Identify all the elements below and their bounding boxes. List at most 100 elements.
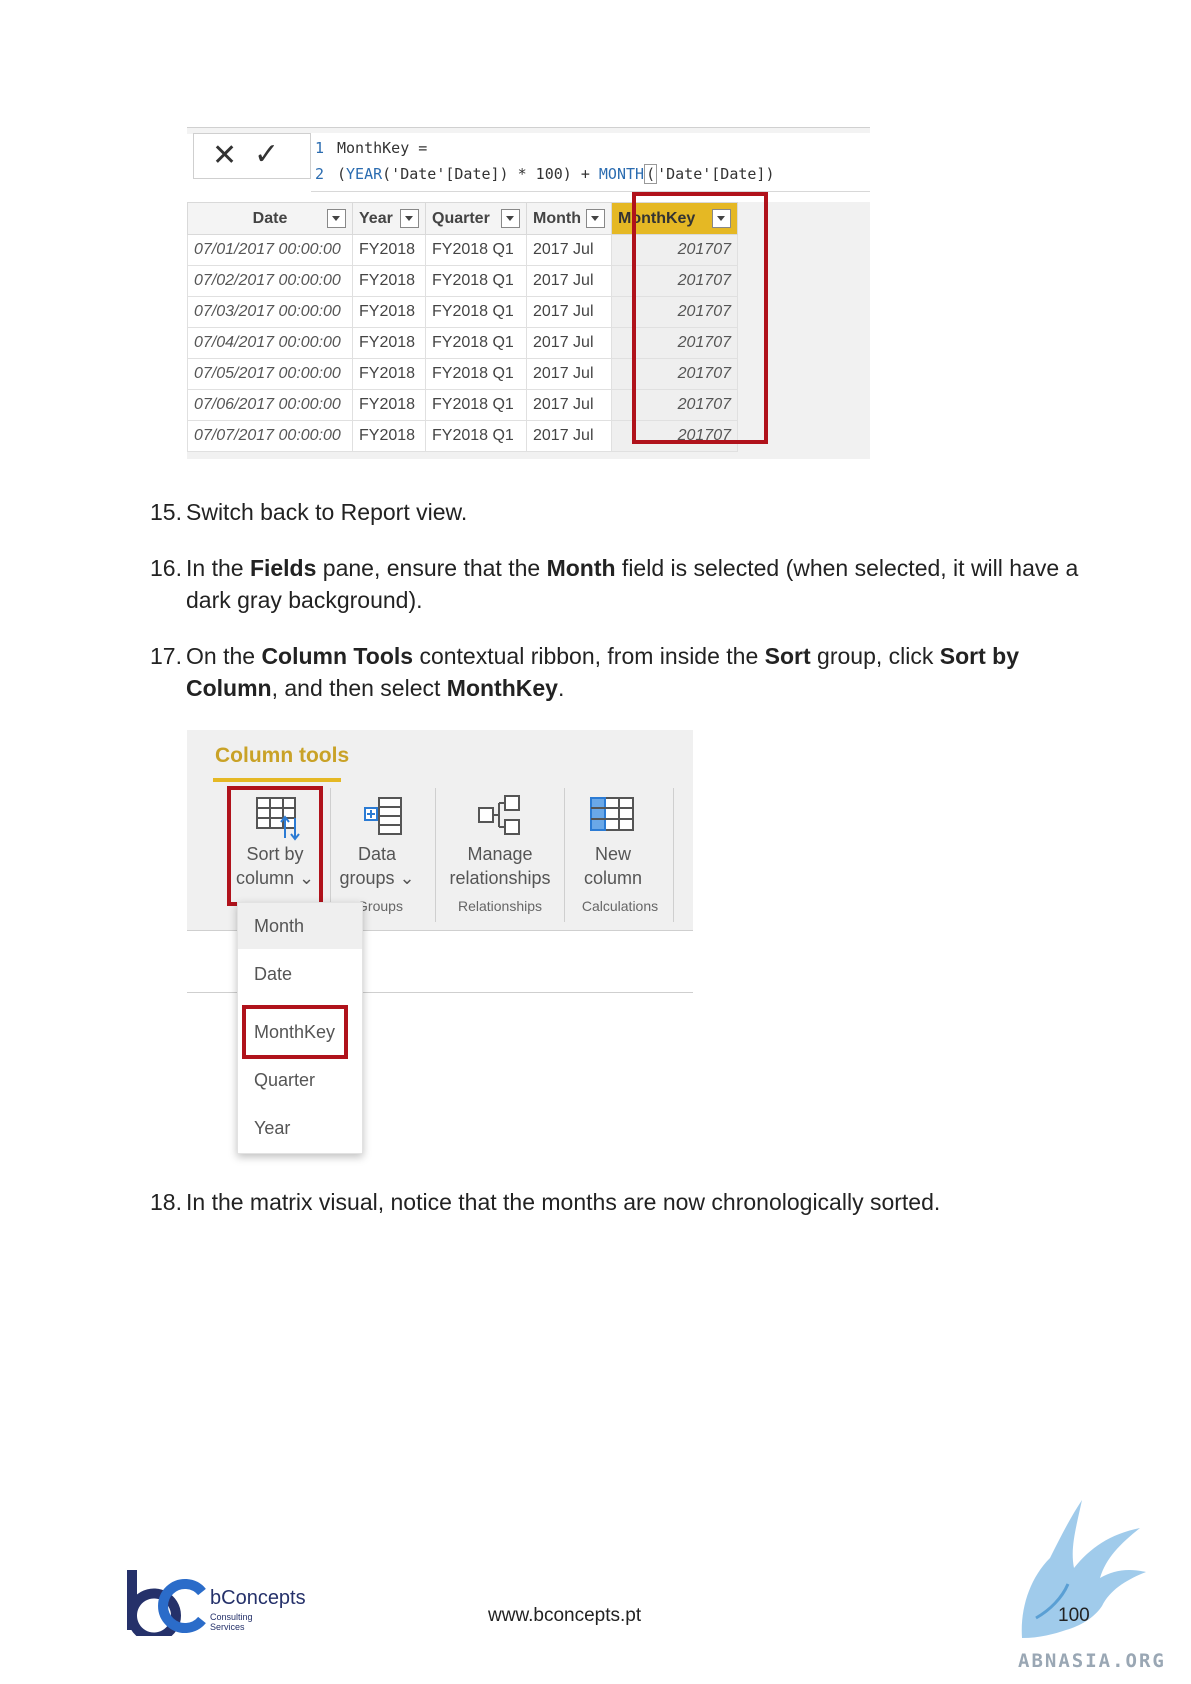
column-header-month[interactable]: Month xyxy=(526,202,612,235)
ribbon-separator xyxy=(435,788,436,922)
button-label: relationships xyxy=(449,868,551,888)
manage-relationships-button[interactable]: Manage relationships xyxy=(441,842,559,890)
dropdown-icon[interactable] xyxy=(327,209,346,228)
dropdown-icon[interactable] xyxy=(501,209,520,228)
menu-item-quarter[interactable]: Quarter xyxy=(238,1057,362,1103)
cancel-icon[interactable]: ✕ xyxy=(212,138,237,173)
ribbon-separator xyxy=(564,788,565,922)
cell-date: 07/05/2017 00:00:00 xyxy=(187,358,353,390)
step-text: Switch back to Report view. xyxy=(186,499,468,525)
brand-subtitle: Consulting Services xyxy=(210,1612,253,1632)
cell-month: 2017 Jul xyxy=(526,327,612,359)
code-function: YEAR xyxy=(346,165,383,183)
text-run: In the xyxy=(186,555,250,581)
button-label: New xyxy=(594,844,631,864)
code-line-1: 1 MonthKey = xyxy=(315,137,427,159)
data-groups-icon[interactable] xyxy=(361,794,409,845)
cell-quarter: FY2018 Q1 xyxy=(425,234,527,266)
cell-date: 07/01/2017 00:00:00 xyxy=(187,234,353,266)
ribbon-tab-title[interactable]: Column tools xyxy=(215,744,349,768)
button-label: column xyxy=(583,868,643,888)
formula-code[interactable]: 1 MonthKey = 2 (YEAR('Date'[Date]) * 100) … xyxy=(311,133,870,192)
dragon-watermark-icon xyxy=(1010,1498,1150,1653)
column-header-year[interactable]: Year xyxy=(352,202,426,235)
footer-url: www.bconcepts.pt xyxy=(488,1605,642,1626)
bold-run: Fields xyxy=(249,555,317,581)
code-text: ('Date'[Date]) * 100) + xyxy=(382,165,599,183)
group-label-relationships: Relationships xyxy=(457,898,543,914)
cell-month: 2017 Jul xyxy=(526,389,612,421)
code-line-2: 2 (YEAR('Date'[Date]) * 100) + MONTH('Dat… xyxy=(315,163,775,185)
step-text: In the matrix visual, notice that the mo… xyxy=(186,1189,941,1215)
column-tools-ribbon-screenshot: Column tools Sort by column ⌄ Data group… xyxy=(187,730,693,1170)
menu-item-year[interactable]: Year xyxy=(238,1105,362,1151)
code-cursor: ( xyxy=(644,164,658,184)
cell-quarter: FY2018 Q1 xyxy=(425,358,527,390)
page-number: 100 xyxy=(1058,1605,1090,1626)
cell-month: 2017 Jul xyxy=(526,265,612,297)
sort-by-column-menu: Month Date MonthKey Quarter Year xyxy=(237,902,363,1154)
dropdown-icon[interactable] xyxy=(586,209,605,228)
text-run: On the xyxy=(186,643,262,669)
cell-date: 07/03/2017 00:00:00 xyxy=(187,296,353,328)
ribbon-tab-underline xyxy=(213,778,341,782)
step-number: 18. xyxy=(150,1189,182,1215)
text-run: pane, ensure that the xyxy=(316,555,547,581)
cell-year: FY2018 xyxy=(352,296,426,328)
code-text: 'Date'[Date]) xyxy=(657,165,775,183)
line-number: 1 xyxy=(315,139,325,157)
cell-quarter: FY2018 Q1 xyxy=(425,265,527,297)
cell-year: FY2018 xyxy=(352,327,426,359)
cell-year: FY2018 xyxy=(352,358,426,390)
text-run: contextual ribbon, from inside the xyxy=(413,643,765,669)
group-label-calculations: Calculations xyxy=(581,898,659,914)
manage-relationships-icon[interactable] xyxy=(477,794,525,845)
cell-quarter: FY2018 Q1 xyxy=(425,389,527,421)
menu-item-date[interactable]: Date xyxy=(238,951,362,997)
new-column-icon[interactable] xyxy=(589,794,637,845)
cell-quarter: FY2018 Q1 xyxy=(425,296,527,328)
cell-date: 07/06/2017 00:00:00 xyxy=(187,389,353,421)
formula-bar-buttons: ✕ ✓ xyxy=(193,133,311,179)
header-label: Month xyxy=(533,209,581,227)
code-text: ( xyxy=(337,165,347,183)
step-text: On the Column Tools contextual ribbon, f… xyxy=(186,640,1091,704)
header-label: Year xyxy=(359,209,393,227)
column-header-date[interactable]: Date xyxy=(187,202,353,235)
line-number: 2 xyxy=(315,165,325,183)
watermark-text: ABNASIA.ORG xyxy=(1018,1650,1166,1672)
cell-quarter: FY2018 Q1 xyxy=(425,327,527,359)
column-header-quarter[interactable]: Quarter xyxy=(425,202,527,235)
cell-quarter: FY2018 Q1 xyxy=(425,420,527,452)
brand-subtitle-line: Consulting xyxy=(210,1612,253,1622)
text-run: , and then select xyxy=(271,675,447,701)
checkmark-icon[interactable]: ✓ xyxy=(254,137,279,172)
step-number: 16. xyxy=(150,555,182,581)
cell-date: 07/02/2017 00:00:00 xyxy=(187,265,353,297)
bold-run: Month xyxy=(546,555,616,581)
cell-year: FY2018 xyxy=(352,420,426,452)
sort-by-column-highlight-box xyxy=(227,786,323,906)
ribbon-separator xyxy=(673,788,674,922)
bold-run: MonthKey xyxy=(446,675,558,701)
monthkey-highlight-box xyxy=(632,192,768,444)
button-label: groups ⌄ xyxy=(339,868,415,888)
bold-run: Column Tools xyxy=(261,643,414,669)
cell-month: 2017 Jul xyxy=(526,420,612,452)
cell-month: 2017 Jul xyxy=(526,358,612,390)
data-groups-button[interactable]: Data groups ⌄ xyxy=(337,842,417,890)
button-label: Manage xyxy=(467,844,533,864)
cell-month: 2017 Jul xyxy=(526,296,612,328)
new-column-button[interactable]: New column xyxy=(571,842,655,890)
dropdown-icon[interactable] xyxy=(400,209,419,228)
header-label: Date xyxy=(252,209,288,227)
step-text: In the Fields pane, ensure that the Mont… xyxy=(186,552,1091,616)
code-function: MONTH xyxy=(598,165,645,183)
bold-run: Sort xyxy=(764,643,811,669)
cell-year: FY2018 xyxy=(352,265,426,297)
cell-date: 07/04/2017 00:00:00 xyxy=(187,327,353,359)
code-text: MonthKey = xyxy=(337,139,428,157)
step-number: 17. xyxy=(150,643,182,669)
menu-item-month[interactable]: Month xyxy=(238,903,362,949)
bconcepts-logo xyxy=(126,1568,206,1643)
